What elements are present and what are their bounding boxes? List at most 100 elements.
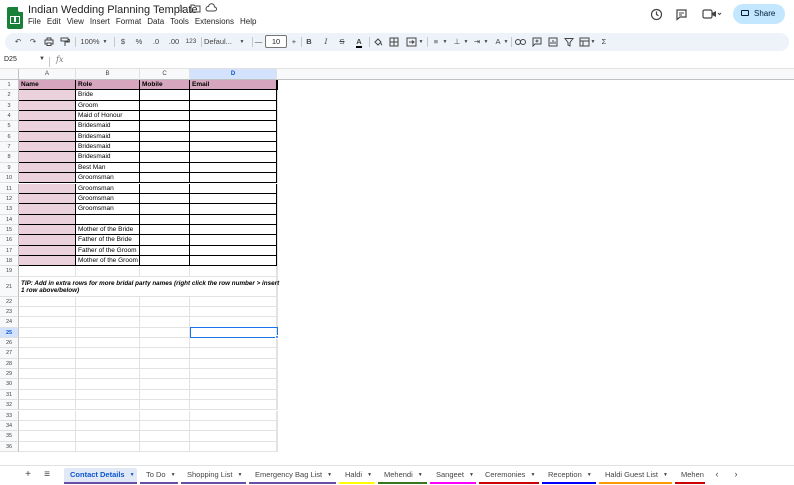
chevron-down-icon[interactable]: ▼ xyxy=(171,472,176,478)
cell-c16[interactable] xyxy=(140,235,190,246)
cell-a12[interactable] xyxy=(19,193,76,205)
cell-c7[interactable] xyxy=(140,142,190,153)
cell-a10[interactable] xyxy=(19,173,76,184)
cell-a2[interactable] xyxy=(19,90,76,101)
cell-d4[interactable] xyxy=(190,111,277,122)
cell-b4[interactable]: Maid of Honour xyxy=(76,111,140,122)
italic-button[interactable]: I xyxy=(321,33,331,51)
chevron-down-icon[interactable]: ▼ xyxy=(663,472,668,478)
cell-a28[interactable] xyxy=(19,358,76,370)
cell-b26[interactable] xyxy=(76,338,140,349)
sheet-tab-contact-details[interactable]: Contact Details ▼ xyxy=(64,468,137,484)
cell-d11[interactable] xyxy=(190,183,277,194)
cell-a24[interactable] xyxy=(19,317,76,328)
move-folder-icon[interactable] xyxy=(189,3,202,16)
redo-icon[interactable]: ↷ xyxy=(27,33,39,51)
column-header-c[interactable]: C xyxy=(140,69,190,80)
cell-c17[interactable] xyxy=(140,245,190,256)
row-header-28[interactable]: 28 xyxy=(0,358,19,370)
row-header-2[interactable]: 2 xyxy=(0,90,19,101)
cell-c8[interactable] xyxy=(140,152,190,163)
cell-b12[interactable]: Groomsman xyxy=(76,193,140,205)
row-header-24[interactable]: 24 xyxy=(0,317,19,328)
insert-link-icon[interactable] xyxy=(514,33,526,51)
cell-b11[interactable]: Groomsman xyxy=(76,183,140,194)
cell-c33[interactable] xyxy=(140,410,190,421)
cell-d30[interactable] xyxy=(190,379,277,390)
row-header-21[interactable]: 21 xyxy=(0,276,19,297)
zoom-select[interactable]: 100% xyxy=(78,33,102,51)
font-size-input[interactable]: 10 xyxy=(265,35,287,48)
sheet-tab-emergency-bag-list[interactable]: Emergency Bag List ▼ xyxy=(249,468,336,484)
cell-c22[interactable] xyxy=(140,296,190,307)
cell-c4[interactable] xyxy=(140,111,190,122)
cell-a36[interactable] xyxy=(19,441,76,452)
row-header-10[interactable]: 10 xyxy=(0,173,19,184)
cell-a3[interactable] xyxy=(19,100,76,112)
menu-tools[interactable]: Tools xyxy=(170,17,193,26)
chevron-down-icon[interactable]: ▼ xyxy=(237,472,242,478)
row-header-16[interactable]: 16 xyxy=(0,235,19,246)
cell-a32[interactable] xyxy=(19,400,76,411)
cell-c26[interactable] xyxy=(140,338,190,349)
menu-edit[interactable]: Edit xyxy=(47,17,65,26)
font-select[interactable]: Defaul... xyxy=(204,33,238,51)
cell-d6[interactable] xyxy=(190,131,277,143)
cell-b18[interactable]: Mother of the Groom xyxy=(76,255,140,267)
cell-a35[interactable] xyxy=(19,431,76,442)
menu-format[interactable]: Format xyxy=(116,17,145,26)
sheet-tab-ceremonies[interactable]: Ceremonies ▼ xyxy=(479,468,539,484)
row-header-26[interactable]: 26 xyxy=(0,338,19,349)
cell-b35[interactable] xyxy=(76,431,140,442)
insert-chart-icon[interactable] xyxy=(547,33,559,51)
paint-format-icon[interactable] xyxy=(59,33,71,51)
cell-b9[interactable]: Best Man xyxy=(76,162,140,174)
cell-c27[interactable] xyxy=(140,348,190,359)
share-button[interactable]: Share xyxy=(733,4,785,24)
row-header-17[interactable]: 17 xyxy=(0,245,19,256)
row-header-8[interactable]: 8 xyxy=(0,152,19,163)
cell-c25[interactable] xyxy=(140,327,190,339)
cell-b13[interactable]: Groomsman xyxy=(76,204,140,215)
cell-d29[interactable] xyxy=(190,369,277,380)
cell-a1[interactable]: Name xyxy=(19,80,76,91)
row-header-27[interactable]: 27 xyxy=(0,348,19,359)
cell-b5[interactable]: Bridesmaid xyxy=(76,121,140,132)
cell-d28[interactable] xyxy=(190,358,277,370)
row-header-35[interactable]: 35 xyxy=(0,431,19,442)
version-history-icon[interactable] xyxy=(649,8,663,22)
cell-c35[interactable] xyxy=(140,431,190,442)
cell-b23[interactable] xyxy=(76,307,140,318)
cell-d27[interactable] xyxy=(190,348,277,359)
cell-c32[interactable] xyxy=(140,400,190,411)
star-icon[interactable]: ☆ xyxy=(174,3,187,16)
cell-d36[interactable] xyxy=(190,441,277,452)
spreadsheet-grid[interactable]: ABCD 1 2 3 4 5 6 7 8 9 10 11 12 13 14 15 16 17 18 19 21 22 23… xyxy=(0,69,794,462)
cell-d34[interactable] xyxy=(190,420,277,432)
undo-icon[interactable]: ↶ xyxy=(12,33,24,51)
cell-c29[interactable] xyxy=(140,369,190,380)
chevron-down-icon[interactable]: ▼ xyxy=(418,472,423,478)
row-header-6[interactable]: 6 xyxy=(0,131,19,143)
cell-c18[interactable] xyxy=(140,255,190,267)
cell-c11[interactable] xyxy=(140,183,190,194)
row-header-30[interactable]: 30 xyxy=(0,379,19,390)
selected-cell-d25[interactable] xyxy=(190,326,278,339)
cell-d23[interactable] xyxy=(190,307,277,318)
row-header-29[interactable]: 29 xyxy=(0,369,19,380)
cell-a17[interactable] xyxy=(19,245,76,256)
cell-c30[interactable] xyxy=(140,379,190,390)
cell-a18[interactable] xyxy=(19,255,76,267)
cell-a25[interactable] xyxy=(19,327,76,339)
cell-a33[interactable] xyxy=(19,410,76,421)
merge-cells-icon[interactable] xyxy=(404,33,418,51)
cell-b10[interactable]: Groomsman xyxy=(76,173,140,184)
strikethrough-icon[interactable]: S xyxy=(337,33,347,51)
cell-c5[interactable] xyxy=(140,121,190,132)
sheet-tab-mehendi[interactable]: Mehendi ▼ xyxy=(378,468,427,484)
row-header-5[interactable]: 5 xyxy=(0,121,19,132)
row-header-4[interactable]: 4 xyxy=(0,111,19,122)
menu-insert[interactable]: Insert xyxy=(90,17,114,26)
text-color-icon[interactable]: A xyxy=(353,33,365,51)
row-header-34[interactable]: 34 xyxy=(0,420,19,432)
